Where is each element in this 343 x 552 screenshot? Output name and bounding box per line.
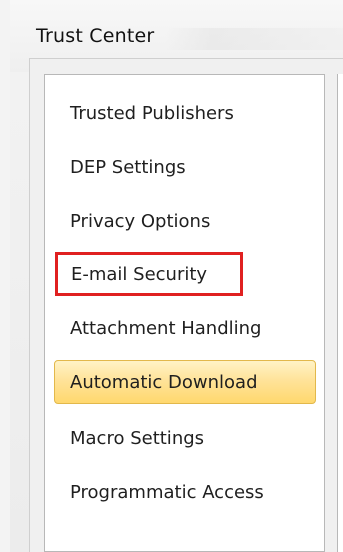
titlebar-fade [165, 28, 343, 50]
sidebar-item-email-security[interactable]: E-mail Security [55, 252, 243, 296]
content-pane-edge [337, 74, 343, 552]
sidebar-item-trusted-publishers[interactable]: Trusted Publishers [70, 98, 234, 128]
sidebar-item-label: Trusted Publishers [70, 102, 234, 124]
sidebar-item-label: Macro Settings [70, 427, 205, 449]
sidebar-item-dep-settings[interactable]: DEP Settings [70, 152, 186, 182]
sidebar-item-programmatic-access[interactable]: Programmatic Access [70, 477, 264, 507]
sidebar-item-label: Attachment Handling [70, 317, 262, 339]
window-title: Trust Center [36, 25, 155, 47]
sidebar-item-macro-settings[interactable]: Macro Settings [70, 423, 204, 453]
sidebar-item-automatic-download[interactable]: Automatic Download [54, 360, 316, 404]
sidebar-item-privacy-options[interactable]: Privacy Options [70, 206, 210, 236]
sidebar-item-attachment-handling[interactable]: Attachment Handling [70, 313, 261, 343]
trust-center-window: Trust Center Trusted Publishers DEP Sett… [0, 0, 343, 552]
sidebar-item-label: Programmatic Access [70, 481, 264, 503]
sidebar-item-label: DEP Settings [70, 156, 186, 178]
sidebar-item-label: Privacy Options [70, 210, 211, 232]
sidebar-item-label: E-mail Security [71, 263, 208, 285]
sidebar-item-label: Automatic Download [70, 371, 258, 393]
